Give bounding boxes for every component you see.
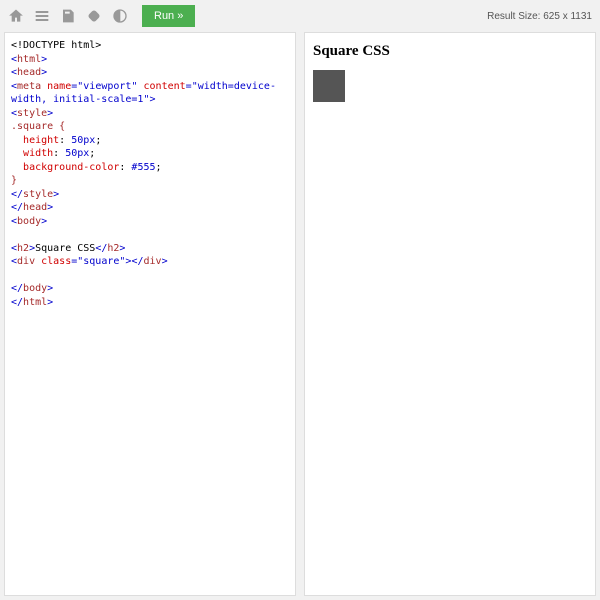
code-token: div xyxy=(17,256,35,267)
code-token: </ xyxy=(131,256,143,267)
code-token: html xyxy=(23,297,47,308)
code-token: head xyxy=(23,202,47,213)
result-size-sep: x xyxy=(563,11,568,22)
run-button[interactable]: Run » xyxy=(142,5,195,27)
code-content: <!DOCTYPE html> <html> <head> <meta name… xyxy=(5,33,295,315)
code-token: style xyxy=(23,189,53,200)
code-token: : xyxy=(53,148,65,159)
code-token: height xyxy=(11,135,59,146)
code-token: h2 xyxy=(17,243,29,254)
code-token: ; xyxy=(89,148,95,159)
code-token: 50px xyxy=(71,135,95,146)
output-heading: Square CSS xyxy=(313,43,587,60)
toolbar: Run » Result Size: 625 x 1131 xyxy=(0,0,600,32)
code-token: ; xyxy=(95,135,101,146)
code-token: class xyxy=(35,256,71,267)
code-token: "square" xyxy=(77,256,125,267)
output-pane: Square CSS xyxy=(304,32,596,596)
code-token: "viewport" xyxy=(77,81,137,92)
menu-icon[interactable] xyxy=(34,8,50,24)
code-token: h2 xyxy=(107,243,119,254)
code-token: 50px xyxy=(65,148,89,159)
code-token: > xyxy=(41,67,47,78)
code-token: content xyxy=(137,81,185,92)
result-size: Result Size: 625 x 1131 xyxy=(487,11,592,22)
code-token: > xyxy=(53,189,59,200)
code-token: div xyxy=(144,256,162,267)
code-token: : xyxy=(119,162,131,173)
code-token: name xyxy=(41,81,71,92)
code-token: </ xyxy=(11,202,23,213)
code-token: > xyxy=(47,297,53,308)
code-editor[interactable]: <!DOCTYPE html> <html> <head> <meta name… xyxy=(4,32,296,596)
code-token: </ xyxy=(11,283,23,294)
code-token: > xyxy=(47,202,53,213)
square-demo xyxy=(313,70,345,102)
code-token: </ xyxy=(95,243,107,254)
code-token: background-color xyxy=(11,162,119,173)
code-doctype: <!DOCTYPE html> xyxy=(11,40,101,51)
code-token: meta xyxy=(17,81,41,92)
code-token: > xyxy=(47,108,53,119)
code-token: </ xyxy=(11,189,23,200)
code-token: html xyxy=(17,54,41,65)
code-token: > xyxy=(119,243,125,254)
code-token: > xyxy=(41,216,47,227)
code-token: head xyxy=(17,67,41,78)
save-icon[interactable] xyxy=(60,8,76,24)
code-token: body xyxy=(23,283,47,294)
code-token: </ xyxy=(11,297,23,308)
code-token: > xyxy=(41,54,47,65)
result-size-label: Result Size: xyxy=(487,11,540,22)
code-token: > xyxy=(47,283,53,294)
output-content: Square CSS xyxy=(305,33,595,108)
result-size-width: 625 xyxy=(543,11,560,22)
theme-icon[interactable] xyxy=(112,8,128,24)
code-token: body xyxy=(17,216,41,227)
code-token: .square { xyxy=(11,121,65,132)
home-icon[interactable] xyxy=(8,8,24,24)
code-token: #555 xyxy=(131,162,155,173)
code-token: : xyxy=(59,135,71,146)
code-token: > xyxy=(162,256,168,267)
code-token: Square CSS xyxy=(35,243,95,254)
code-token: style xyxy=(17,108,47,119)
code-token: > xyxy=(149,94,155,105)
code-token: width xyxy=(11,148,53,159)
code-token: ; xyxy=(156,162,162,173)
panes: <!DOCTYPE html> <html> <head> <meta name… xyxy=(0,32,600,600)
rotate-icon[interactable] xyxy=(86,8,102,24)
result-size-height: 1131 xyxy=(570,11,592,22)
code-token: } xyxy=(11,175,17,186)
